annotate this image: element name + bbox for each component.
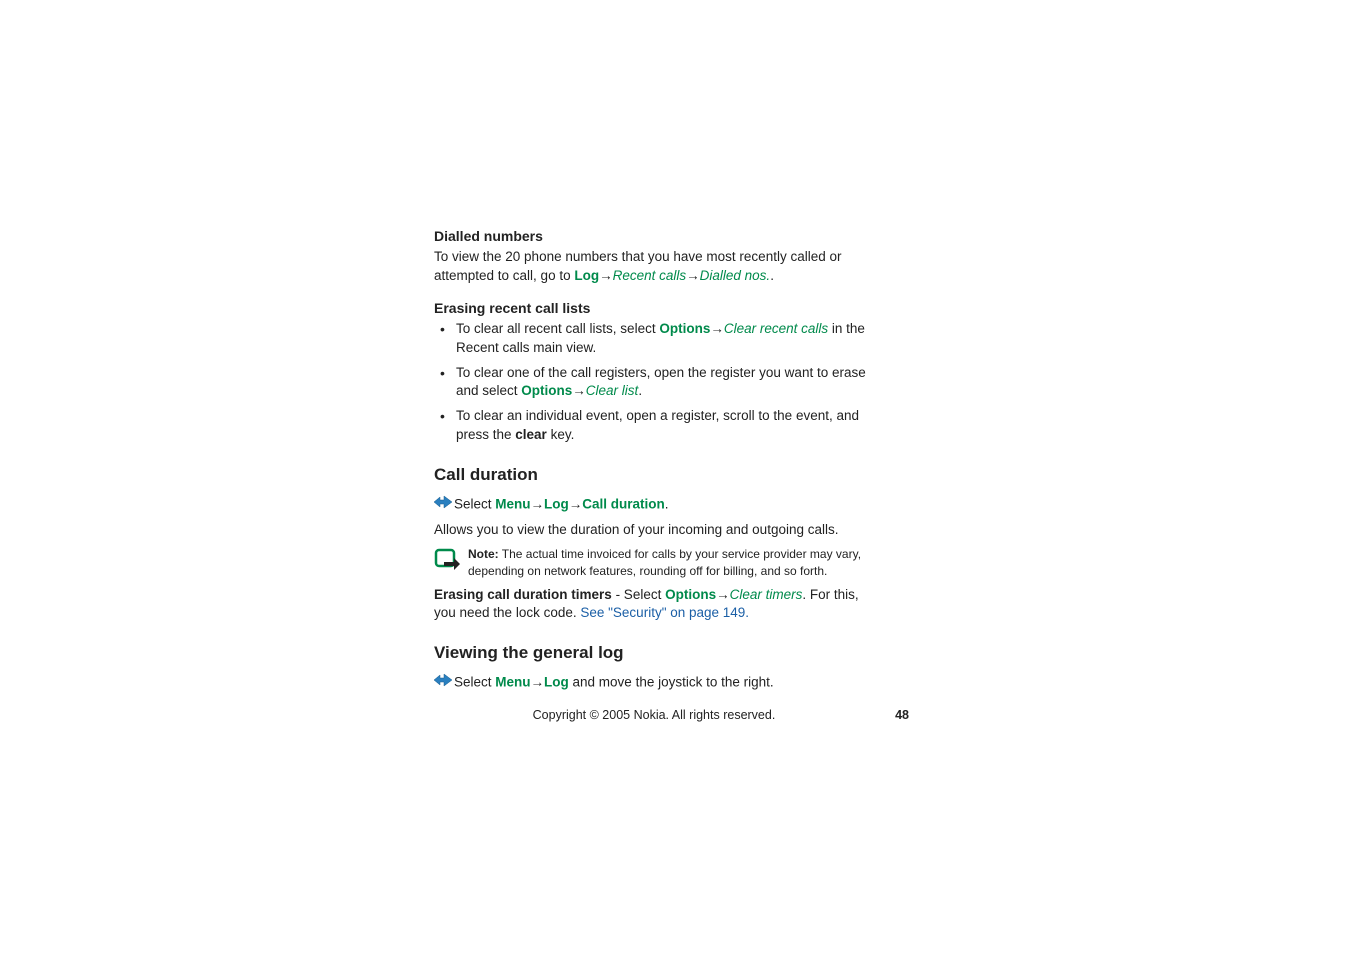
security-link[interactable]: See "Security" on page 149.: [580, 605, 749, 620]
text: The actual time invoiced for calls by yo…: [468, 547, 861, 578]
clear-key-label: clear: [515, 427, 547, 442]
copyright-text: Copyright © 2005 Nokia. All rights reser…: [434, 708, 874, 722]
clear-recent-calls-label: Clear recent calls: [724, 321, 828, 336]
viewing-log-section: Viewing the general log Select Menu→Log …: [434, 643, 874, 693]
call-duration-desc: Allows you to view the duration of your …: [434, 521, 874, 540]
text: .: [638, 383, 642, 398]
options-label: Options: [659, 321, 710, 336]
dialled-numbers-section: Dialled numbers To view the 20 phone num…: [434, 228, 874, 286]
text: To clear all recent call lists, select: [456, 321, 659, 336]
erasing-timers-label: Erasing call duration timers: [434, 587, 612, 602]
dialled-numbers-heading: Dialled numbers: [434, 228, 874, 244]
call-duration-nav: Select Menu→Log→Call duration.: [434, 495, 874, 515]
options-label: Options: [521, 383, 572, 398]
dialled-nos-label: Dialled nos.: [700, 268, 771, 283]
menu-label: Menu: [495, 675, 530, 690]
footer: Copyright © 2005 Nokia. All rights reser…: [434, 708, 874, 722]
text: .: [770, 268, 774, 283]
erasing-timers-text: Erasing call duration timers - Select Op…: [434, 586, 874, 624]
log-label: Log: [544, 497, 569, 512]
log-label: Log: [574, 268, 599, 283]
list-item: To clear an individual event, open a reg…: [434, 407, 874, 445]
text: and move the joystick to the right.: [569, 675, 774, 690]
arrow-icon: →: [599, 268, 613, 283]
list-item: To clear one of the call registers, open…: [434, 364, 874, 402]
text: Select: [454, 497, 495, 512]
options-label: Options: [665, 587, 716, 602]
call-duration-section: Call duration Select Menu→Log→Call durat…: [434, 465, 874, 623]
arrow-icon: →: [716, 587, 730, 602]
text: key.: [547, 427, 575, 442]
clear-list-label: Clear list: [586, 383, 639, 398]
viewing-nav: Select Menu→Log and move the joystick to…: [434, 673, 874, 693]
arrow-icon: →: [531, 497, 545, 512]
erasing-recent-section: Erasing recent call lists To clear all r…: [434, 300, 874, 445]
dialled-numbers-body: To view the 20 phone numbers that you ha…: [434, 248, 874, 286]
text: .: [665, 497, 669, 512]
erasing-list: To clear all recent call lists, select O…: [434, 320, 874, 445]
arrow-icon: →: [572, 383, 586, 398]
erasing-heading: Erasing recent call lists: [434, 300, 874, 316]
page-number: 48: [895, 708, 909, 722]
go-to-icon: [434, 495, 452, 515]
arrow-icon: →: [686, 268, 700, 283]
viewing-heading: Viewing the general log: [434, 643, 874, 663]
call-duration-heading: Call duration: [434, 465, 874, 485]
note-label: Note:: [468, 547, 499, 561]
log-label: Log: [544, 675, 569, 690]
clear-timers-label: Clear timers: [730, 587, 803, 602]
call-duration-label: Call duration: [582, 497, 665, 512]
text: To clear one of the call registers, open…: [456, 365, 866, 399]
go-to-icon: [434, 673, 452, 693]
recent-calls-label: Recent calls: [613, 268, 687, 283]
arrow-icon: →: [531, 675, 545, 690]
text: - Select: [612, 587, 665, 602]
arrow-icon: →: [710, 321, 724, 336]
note-icon: [434, 548, 462, 577]
text: Select: [454, 675, 495, 690]
menu-label: Menu: [495, 497, 530, 512]
arrow-icon: →: [569, 497, 583, 512]
note-text: Note: The actual time invoiced for calls…: [468, 546, 874, 580]
list-item: To clear all recent call lists, select O…: [434, 320, 874, 358]
note-block: Note: The actual time invoiced for calls…: [434, 546, 874, 580]
